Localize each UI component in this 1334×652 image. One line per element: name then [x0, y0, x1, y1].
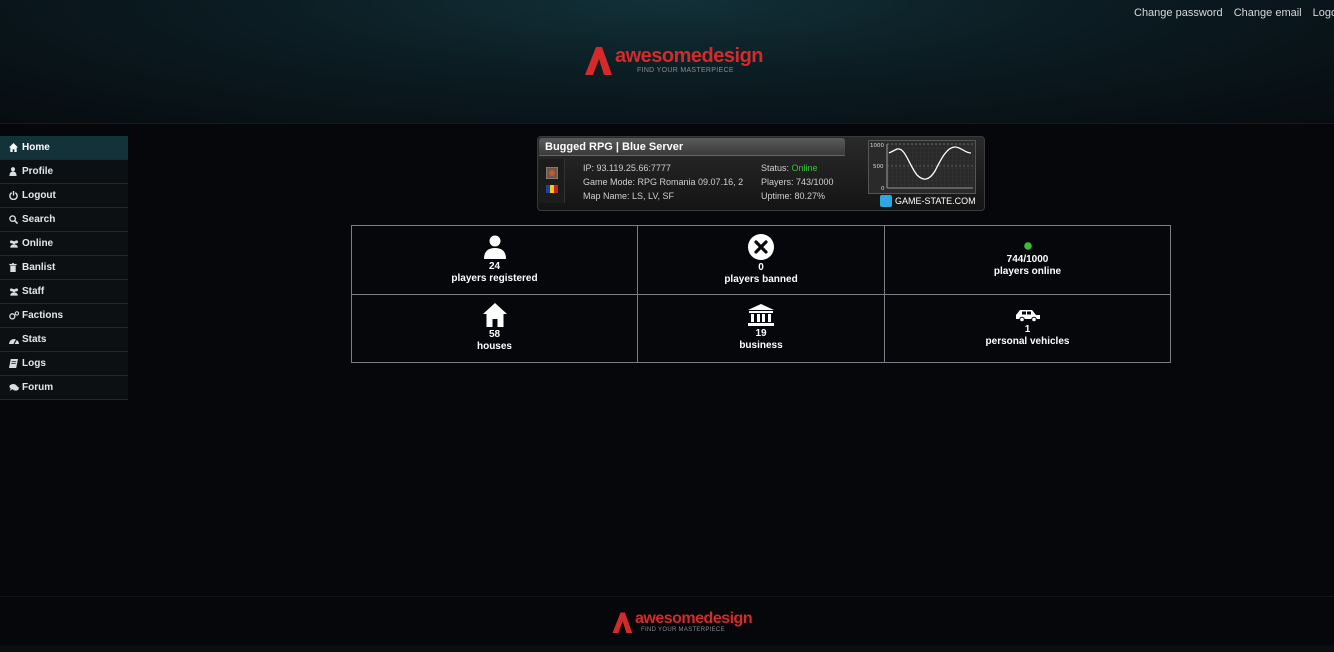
server-status-banner[interactable]: Bugged RPG | Blue Server IP: 93.119.25.6… [537, 136, 985, 211]
logo-mark-icon [612, 612, 633, 633]
car-icon [1015, 310, 1040, 323]
players-graph: 1000 500 0 [868, 140, 976, 194]
dashboard-icon [9, 336, 19, 344]
logo-tagline: FIND YOUR MASTERPIECE [641, 627, 725, 633]
stat-value: 24 [488, 260, 501, 272]
logo-name: awesomedesign [615, 45, 764, 67]
footer-bar [0, 646, 1334, 652]
banner-icons [539, 159, 565, 203]
romania-flag-icon [546, 185, 558, 193]
sidebar-item-staff[interactable]: Staff [0, 280, 128, 304]
close-circle-icon [748, 233, 774, 260]
stat-value: 0 [758, 261, 764, 273]
sidebar-item-label: Logs [22, 358, 46, 369]
graph-tick-top: 1000 [870, 143, 884, 149]
sidebar-item-label: Staff [22, 286, 45, 297]
account-links: Change password Change email Logout [1134, 7, 1334, 21]
server-gamemode: Game Mode: RPG Romania 09.07.16, 2 [583, 177, 744, 187]
comments-icon [9, 383, 19, 392]
sidebar-item-label: Search [22, 214, 56, 225]
stat-value: 1 [1024, 324, 1031, 336]
sidebar-item-banlist[interactable]: Banlist [0, 256, 128, 280]
trash-icon [9, 263, 19, 272]
stat-label: houses [476, 341, 512, 353]
sidebar-item-forum[interactable]: Forum [0, 376, 128, 400]
logout-link[interactable]: Logout [1313, 7, 1334, 19]
power-icon [9, 191, 19, 200]
book-icon [9, 359, 19, 368]
sidebar-item-label: Logout [22, 190, 56, 201]
sidebar-item-label: Profile [22, 166, 54, 177]
server-name: Bugged RPG | Blue Server [539, 138, 845, 156]
stat-label: players banned [724, 273, 798, 285]
house-icon [482, 303, 507, 328]
sidebar-item-label: Home [22, 142, 50, 153]
logo-name: awesomedesign [635, 610, 753, 627]
server-map: Map Name: LS, LV, SF [583, 191, 675, 201]
sidebar-item-label: Stats [22, 334, 47, 345]
stat-label: business [739, 340, 783, 352]
stats-grid: 24 players registered 0 players banned 7… [351, 225, 1171, 363]
site-logo[interactable]: awesomedesign FIND YOUR MASTERPIECE [583, 45, 764, 75]
status-value: Online [791, 163, 818, 173]
game-state-link[interactable]: GAME-STATE.COM [880, 195, 976, 207]
players-graph-canvas: 1000 500 0 [870, 143, 973, 192]
sidebar-item-label: Forum [22, 382, 54, 393]
stat-value: 744/1000 [1006, 253, 1049, 265]
footer-logo[interactable]: awesomedesign FIND YOUR MASTERPIECE [611, 610, 753, 633]
graph-tick-mid: 500 [873, 164, 884, 170]
user-icon [9, 167, 19, 176]
site-header: Change password Change email Logout awes… [0, 0, 1334, 124]
server-status: Status: Online [761, 161, 834, 175]
game-logo-icon [546, 167, 558, 179]
game-state-icon [880, 195, 892, 207]
sidebar-nav: Home Profile Logout Search Online Banlis… [0, 136, 128, 400]
sidebar-item-home[interactable]: Home [0, 136, 128, 160]
server-players: Players: 743/1000 [761, 177, 834, 187]
stat-business: 19 business [637, 293, 885, 363]
stat-players-registered: 24 players registered [351, 225, 638, 295]
logo-mark-icon [585, 47, 612, 75]
sidebar-item-online[interactable]: Online [0, 232, 128, 256]
gears-icon [9, 311, 19, 320]
stat-label: players registered [451, 272, 538, 284]
stat-players-banned: 0 players banned [637, 225, 885, 295]
stat-players-online: 744/1000 players online [884, 225, 1171, 295]
online-dot-icon [1023, 241, 1032, 250]
stat-label: personal vehicles [985, 336, 1070, 348]
home-icon [9, 143, 19, 152]
change-password-link[interactable]: Change password [1134, 7, 1223, 19]
stat-personal-vehicles: 1 personal vehicles [884, 293, 1171, 363]
users-icon [9, 287, 19, 296]
sidebar-item-logs[interactable]: Logs [0, 352, 128, 376]
server-state: Status: Online Players: 743/1000 Uptime:… [761, 161, 834, 203]
users-icon [9, 239, 19, 248]
change-email-link[interactable]: Change email [1234, 7, 1302, 19]
status-label: Status: [761, 163, 792, 173]
logo-tagline: FIND YOUR MASTERPIECE [637, 67, 734, 74]
server-uptime: Uptime: 80.27% [761, 191, 826, 201]
search-icon [9, 215, 19, 224]
bank-icon [748, 304, 774, 327]
sidebar-item-stats[interactable]: Stats [0, 328, 128, 352]
sidebar-item-factions[interactable]: Factions [0, 304, 128, 328]
sidebar-item-search[interactable]: Search [0, 208, 128, 232]
stat-houses: 58 houses [351, 293, 638, 363]
game-state-label: GAME-STATE.COM [895, 196, 976, 206]
server-ip[interactable]: IP: 93.119.25.66:7777 [583, 161, 753, 175]
stat-value: 19 [755, 328, 767, 340]
sidebar-item-logout[interactable]: Logout [0, 184, 128, 208]
sidebar-item-profile[interactable]: Profile [0, 160, 128, 184]
graph-tick-bottom: 0 [881, 186, 885, 192]
sidebar-item-label: Online [22, 238, 54, 249]
site-footer: awesomedesign FIND YOUR MASTERPIECE [0, 596, 1334, 652]
user-icon [483, 235, 506, 259]
server-details: IP: 93.119.25.66:7777 Game Mode: RPG Rom… [583, 161, 753, 203]
stat-label: players online [993, 265, 1062, 277]
stat-value: 58 [488, 329, 501, 341]
sidebar-item-label: Factions [22, 310, 64, 321]
sidebar-item-label: Banlist [22, 262, 56, 273]
